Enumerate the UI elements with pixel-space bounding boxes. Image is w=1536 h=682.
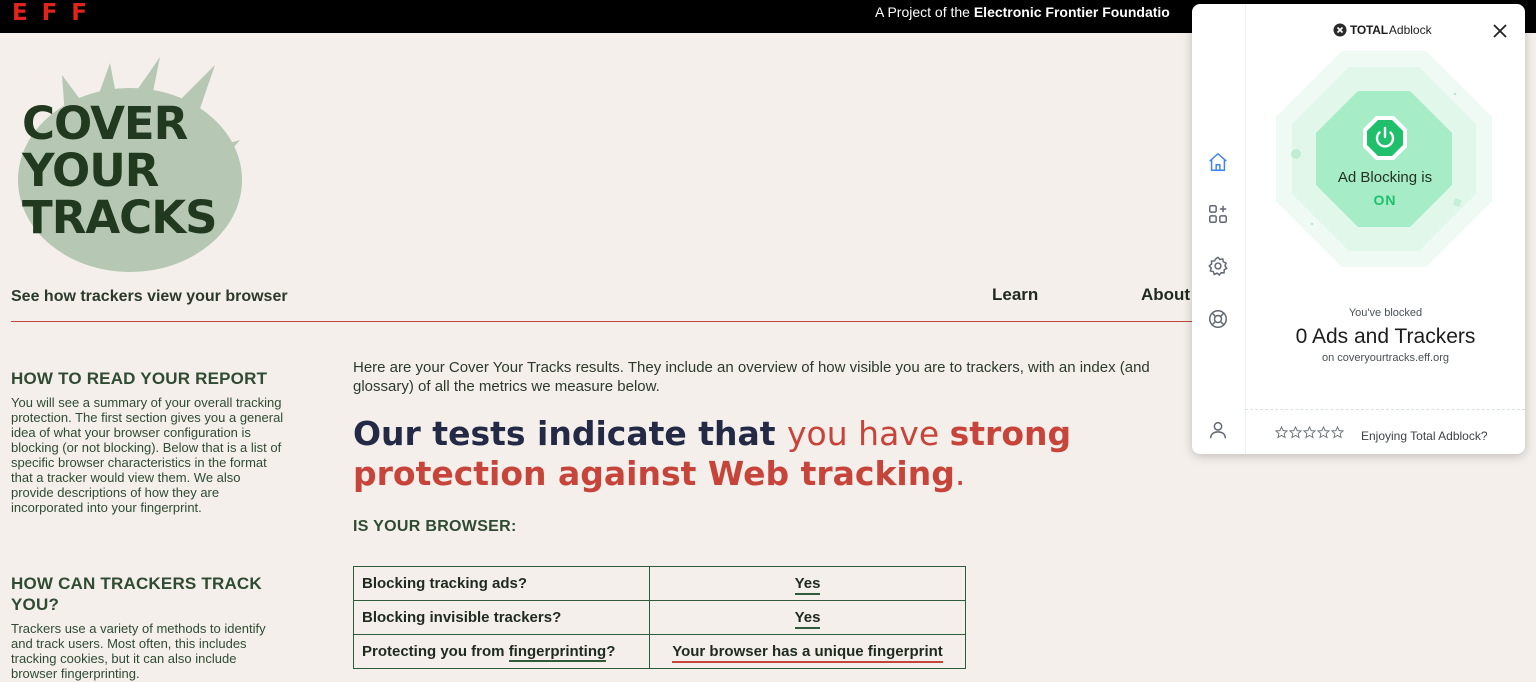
- blocked-site: on coveryourtracks.eff.org: [1322, 352, 1449, 364]
- star-icon[interactable]: [1289, 426, 1302, 439]
- header-divider: [11, 321, 1196, 322]
- results-table: Blocking tracking ads? Yes Blocking invi…: [353, 566, 966, 669]
- nav-learn-link[interactable]: Learn: [992, 285, 1038, 305]
- apps-add-icon: [1209, 205, 1227, 223]
- question-cell: Blocking invisible trackers?: [353, 600, 650, 635]
- total-adblock-popup: TOTAL Adblock Ad Blocking is ON You've bl…: [1192, 4, 1525, 454]
- table-row: Protecting you from fingerprinting? Your…: [353, 634, 966, 669]
- home-icon: [1209, 153, 1227, 171]
- popup-footer: Enjoying Total Adblock?: [1245, 409, 1525, 454]
- results-intro: Here are your Cover Your Tracks results.…: [353, 359, 1150, 395]
- popup-side-rail: [1192, 4, 1246, 454]
- cover-your-tracks-wordmark[interactable]: COVER YOUR TRACKS: [22, 97, 217, 244]
- account-button[interactable]: [1205, 417, 1231, 443]
- star-icon[interactable]: [1275, 426, 1288, 439]
- answer-cell: Yes: [649, 566, 966, 601]
- question-cell: Blocking tracking ads?: [353, 566, 650, 601]
- logo-line-2: YOUR: [22, 144, 159, 197]
- answer-link[interactable]: Yes: [794, 575, 821, 595]
- brand-adblock: Adblock: [1388, 23, 1432, 37]
- enjoying-prompt[interactable]: Enjoying Total Adblock?: [1361, 429, 1488, 443]
- question-suffix: ?: [606, 643, 616, 660]
- star-icon[interactable]: [1303, 426, 1316, 439]
- eff-logo[interactable]: EFF: [12, 2, 90, 22]
- total-adblock-brand: TOTAL Adblock: [1333, 23, 1432, 37]
- table-row: Blocking tracking ads? Yes: [353, 566, 966, 601]
- logo-line-1: COVER: [22, 97, 188, 150]
- support-icon: [1209, 310, 1227, 328]
- rating-stars: [1275, 426, 1344, 439]
- how-trackers-track-body: Trackers use a variety of methods to ide…: [11, 621, 266, 681]
- total-adblock-logo-icon: [1333, 23, 1347, 37]
- headline-part-a: Our tests indicate that: [353, 414, 788, 453]
- svg-text:EFF: EFF: [12, 2, 88, 22]
- question-prefix: Protecting you from: [362, 643, 509, 660]
- settings-button[interactable]: [1205, 253, 1231, 279]
- close-icon[interactable]: [1490, 21, 1510, 41]
- apps-button[interactable]: [1205, 201, 1231, 227]
- how-to-read-title: HOW TO READ YOUR REPORT: [11, 369, 268, 388]
- logo-line-3: TRACKS: [22, 191, 217, 244]
- support-button[interactable]: [1205, 306, 1231, 332]
- ad-blocking-status-value: ON: [1373, 192, 1397, 208]
- results-headline: Our tests indicate that you have strong …: [353, 414, 1203, 494]
- project-org: Electronic Frontier Foundatio: [973, 4, 1170, 20]
- table-row: Blocking invisible trackers? Yes: [353, 600, 966, 635]
- home-button[interactable]: [1205, 149, 1231, 175]
- tagline: See how trackers view your browser: [11, 288, 288, 305]
- answer-cell: Yes: [649, 600, 966, 635]
- how-trackers-track-title: HOW CAN TRACKERS TRACK YOU?: [11, 574, 262, 614]
- project-prefix: A Project of the: [875, 4, 974, 20]
- star-icon[interactable]: [1331, 426, 1344, 439]
- how-trackers-track-section: HOW CAN TRACKERS TRACK YOU? Trackers use…: [11, 573, 286, 681]
- ad-blocking-status-label: Ad Blocking is: [1337, 169, 1433, 186]
- answer-link[interactable]: Yes: [794, 609, 821, 629]
- headline-part-b: you have: [787, 414, 950, 453]
- headline-period: .: [954, 454, 966, 493]
- star-icon[interactable]: [1317, 426, 1330, 439]
- how-to-read-body: You will see a summary of your overall t…: [11, 395, 284, 515]
- blocked-label: You've blocked: [1348, 307, 1423, 319]
- project-of-eff-text[interactable]: A Project of the Electronic Frontier Fou…: [875, 4, 1170, 20]
- fingerprinting-link[interactable]: fingerprinting: [508, 643, 607, 662]
- how-to-read-section: HOW TO READ YOUR REPORT You will see a s…: [11, 368, 286, 515]
- account-icon: [1209, 421, 1227, 439]
- settings-icon: [1208, 256, 1228, 277]
- answer-cell: Your browser has a unique fingerprint: [649, 634, 966, 669]
- question-cell: Protecting you from fingerprinting?: [353, 634, 650, 669]
- is-your-browser-title: IS YOUR BROWSER:: [353, 518, 517, 535]
- power-toggle-button[interactable]: [1362, 115, 1408, 161]
- answer-link[interactable]: Your browser has a unique fingerprint: [672, 643, 943, 663]
- brand-total: TOTAL: [1350, 23, 1388, 37]
- blocked-count: 0 Ads and Trackers: [1295, 325, 1476, 348]
- nav-about-link[interactable]: About: [1141, 285, 1190, 305]
